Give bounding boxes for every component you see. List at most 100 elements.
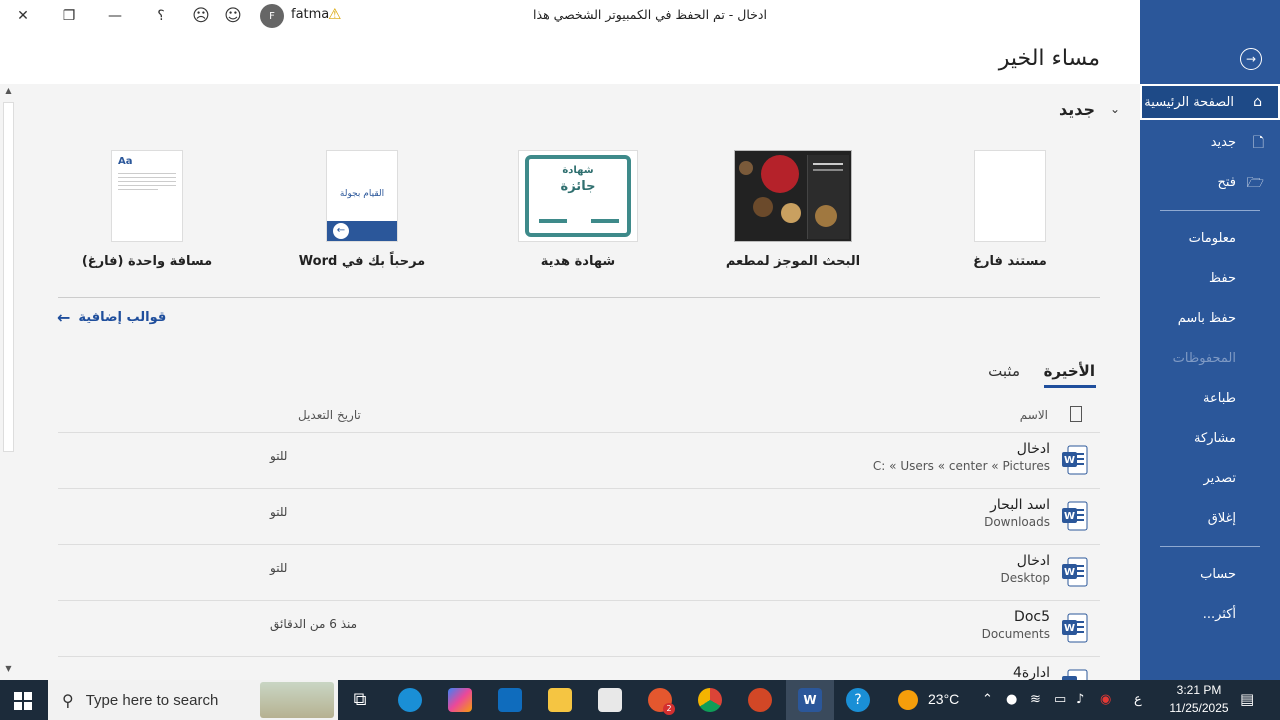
outlook-icon[interactable] [498,688,522,712]
language-indicator[interactable]: ع [1134,691,1142,707]
chevron-up-icon[interactable]: ⌃ [982,692,993,707]
tab-pinned[interactable]: مثبت [988,362,1020,380]
copilot-icon[interactable] [448,688,472,712]
sidebar-item-label: حساب [1200,566,1236,582]
sidebar-item-print[interactable]: طباعة [1140,380,1280,416]
sidebar-item-share[interactable]: مشاركة [1140,420,1280,456]
clock-time[interactable]: 3:21 PM [1164,683,1234,697]
sidebar-item-account[interactable]: حساب [1140,556,1280,592]
svg-text:W: W [1064,455,1075,466]
wifi-icon[interactable]: ≋ [1030,692,1041,707]
thumb-title: شهادة [562,165,594,176]
template-single-spaced[interactable]: Aa مسافة واحدة (فارغ) [57,150,237,269]
weather-sun-icon[interactable] [898,690,918,710]
notification-icon[interactable]: ▤ [1240,690,1254,708]
word-backstage: ✕ ❐ — ؟ ☹ ☺ F fatma ⚠ ادخال - تم الحفظ ف… [0,0,1280,680]
file-modified: للتو [270,449,288,463]
microphone-icon[interactable]: ● [1006,692,1017,707]
template-gift-certificate[interactable]: شهادة جائزة شهادة هدية [488,150,668,269]
main-pane: مساء الخير ▲ ▼ جديد ⌄ مستند فارغ البحث ا… [0,32,1140,680]
template-thumbnail: شهادة جائزة [518,150,638,242]
user-name[interactable]: fatma [291,7,329,22]
column-header-modified[interactable]: تاريخ التعديل [298,408,361,422]
sidebar-item-export[interactable]: تصدير [1140,460,1280,496]
scroll-down-icon[interactable]: ▼ [2,664,15,678]
template-label: مرحباً بك في Word [298,254,426,269]
help-icon[interactable]: ? [846,688,870,712]
sidebar-item-save[interactable]: حفظ [1140,260,1280,296]
word-icon[interactable]: W [798,688,822,712]
template-thumbnail: Aa [111,150,183,242]
chevron-down-icon[interactable]: ⌄ [1110,102,1120,116]
microsoft-store-icon[interactable] [598,688,622,712]
file-modified: للتو [270,505,288,519]
sidebar-item-more[interactable]: أكثر... [1140,596,1280,632]
weather-temperature[interactable]: 23°C [928,691,959,707]
more-templates-link[interactable]: ← قوالب إضافية [57,308,166,327]
backstage-sidebar: → ⌂ الصفحة الرئيسية 🗋 جديد 🗁 فتح معلومات… [1140,0,1280,680]
file-explorer-icon[interactable] [548,688,572,712]
file-modified: للتو [270,561,288,575]
tab-recent[interactable]: الأخيرة [1044,362,1095,380]
more-templates-label: قوالب إضافية [78,310,167,325]
sidebar-divider [1160,546,1260,547]
security-icon[interactable]: ◉ [1100,692,1111,707]
column-header-name[interactable]: الاسم [1020,408,1048,422]
sidebar-item-label: فتح [1217,174,1236,190]
thumb-subtitle: جائزة [560,179,596,194]
document-title: ادخال - تم الحفظ في الكمبيوتر الشخصي هذا [533,7,767,22]
windows-taskbar: ⚲ Type here to search ⧉ 2 W ? 23°C ⌃ ● ≋… [0,680,1280,720]
word-file-icon [1062,669,1088,680]
windows-start-icon[interactable] [14,692,32,710]
chrome-icon[interactable] [698,688,722,712]
template-welcome-to-word[interactable]: القيام بجولة ← مرحباً بك في Word [272,150,452,269]
sidebar-item-open[interactable]: 🗁 فتح [1140,164,1280,200]
zoom-app-icon[interactable]: 2 [648,688,675,715]
new-section-heading[interactable]: جديد [1059,100,1095,119]
sidebar-item-close[interactable]: إغلاق [1140,500,1280,536]
powerpoint-icon[interactable] [748,688,772,712]
warning-icon[interactable]: ⚠ [328,5,341,23]
battery-icon[interactable]: ▭ [1054,692,1066,707]
help-button[interactable]: ؟ [146,4,176,28]
table-row[interactable]: ادارة4 [58,656,1100,680]
sidebar-item-save-as[interactable]: حفظ باسم [1140,300,1280,336]
close-icon[interactable]: ✕ [8,4,38,28]
table-row[interactable]: W ادخال C: « Users « center « Pictures ل… [58,432,1100,488]
template-blank-document[interactable]: مستند فارغ [920,150,1100,269]
thumb-text: القيام بجولة [339,189,385,199]
avatar[interactable]: F [260,4,284,28]
edge-icon[interactable] [398,688,422,712]
table-row[interactable]: W ادخال Desktop للتو [58,544,1100,600]
minimize-icon[interactable]: — [100,4,130,28]
taskbar-search-box[interactable]: ⚲ Type here to search [48,680,338,720]
sidebar-item-info[interactable]: معلومات [1140,220,1280,256]
search-icon: ⚲ [62,690,74,710]
template-thumbnail: القيام بجولة ← [326,150,398,242]
back-arrow-icon[interactable]: → [1240,48,1262,70]
sidebar-item-new[interactable]: 🗋 جديد [1140,124,1280,160]
sidebar-item-home[interactable]: ⌂ الصفحة الرئيسية [1140,84,1280,120]
clock-date[interactable]: 11/25/2025 [1158,701,1240,715]
frown-feedback-icon[interactable]: ☹ [186,4,216,28]
scroll-thumb[interactable] [3,102,14,452]
template-restaurant-brochure[interactable]: البحث الموجز لمطعم [703,150,883,269]
template-thumbnail [974,150,1046,242]
table-row[interactable]: W اسد البحار Downloads للتو [58,488,1100,544]
speaker-icon[interactable]: ♪ [1076,692,1084,707]
table-row[interactable]: W Doc5 Documents منذ 6 من الدقائق [58,600,1100,656]
task-view-icon[interactable]: ⧉ [348,688,372,712]
smile-feedback-icon[interactable]: ☺ [218,4,248,28]
scroll-up-icon[interactable]: ▲ [2,86,15,100]
sidebar-item-label: الصفحة الرئيسية [1144,94,1234,110]
file-path: C: « Users « center « Pictures [872,459,1050,473]
svg-text:W: W [1064,623,1075,634]
word-file-icon: W [1062,445,1088,475]
restore-icon[interactable]: ❐ [54,4,84,28]
sidebar-divider [1160,210,1260,211]
vertical-scrollbar[interactable]: ▲ ▼ [0,84,17,680]
svg-text:W: W [1064,511,1075,522]
file-path: Desktop [1000,571,1051,585]
file-modified: منذ 6 من الدقائق [270,617,358,631]
file-name: ادخال [1016,553,1050,569]
